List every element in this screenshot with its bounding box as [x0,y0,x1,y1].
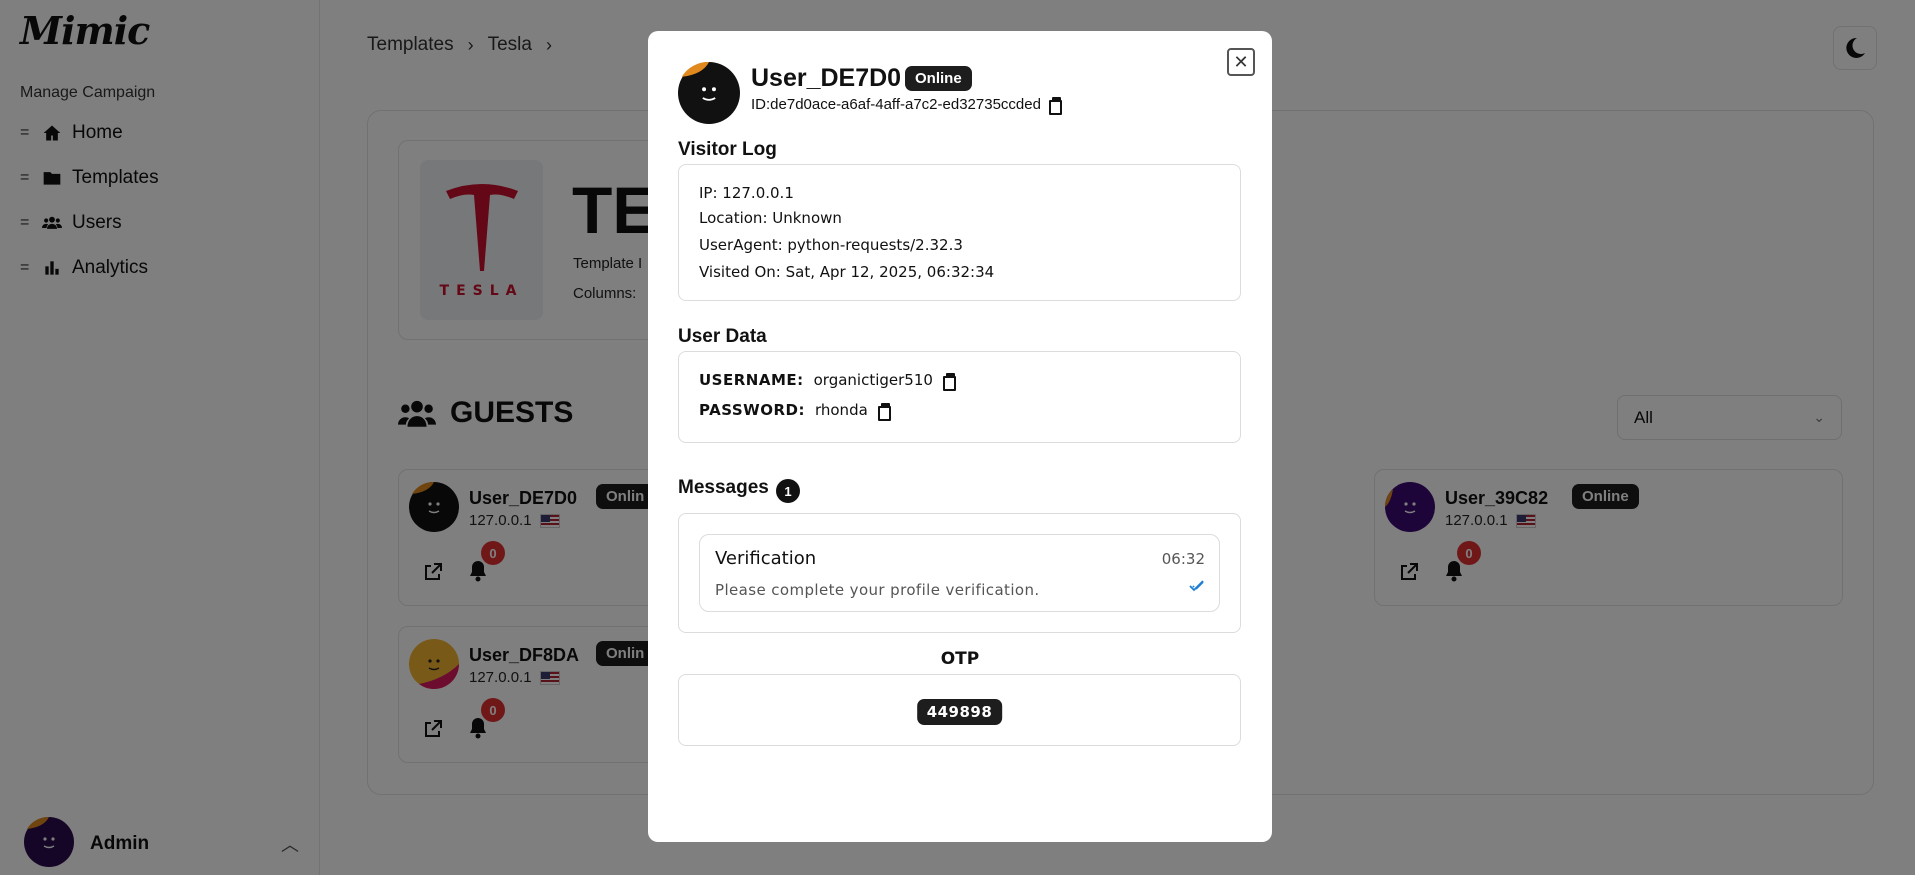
double-check-icon [1189,579,1205,598]
otp-box: 449898 [678,674,1241,746]
user-name: User_DE7D0 [751,64,902,92]
visitor-location: Location: Unknown [699,209,842,227]
user-id-text: ID:de7d0ace-a6af-4aff-a7c2-ed32735ccded [751,96,1041,113]
visitor-useragent: UserAgent: python-requests/2.32.3 [699,236,963,254]
copy-icon[interactable] [1048,97,1062,115]
message-time: 06:32 [1161,550,1205,568]
password-label: PASSWORD: [699,401,805,419]
visitor-log-box: IP: 127.0.0.1 Location: Unknown UserAgen… [678,164,1241,301]
user-id: ID:de7d0ace-a6af-4aff-a7c2-ed32735ccded [751,96,1062,115]
password-row: PASSWORD: rhonda [699,401,891,421]
messages-box: Verification 06:32 Please complete your … [678,513,1241,633]
copy-icon[interactable] [942,372,956,391]
user-detail-modal: ✕ User_DE7D0 Online ID:de7d0ace-a6af-4af… [648,31,1272,842]
otp-value[interactable]: 449898 [916,699,1003,725]
user-data-box: USERNAME: organictiger510 PASSWORD: rhon… [678,351,1241,443]
message-body: Please complete your profile verificatio… [715,581,1040,599]
otp-title: OTP [940,649,980,669]
visitor-log-title: Visitor Log [678,139,777,160]
user-data-title: User Data [678,326,767,347]
visitor-ip: IP: 127.0.0.1 [699,184,794,202]
message-title: Verification [715,548,817,569]
password-value: rhonda [814,401,868,419]
visitor-visited-on: Visited On: Sat, Apr 12, 2025, 06:32:34 [699,263,995,281]
avatar [678,61,740,129]
messages-count-badge: 1 [776,479,800,503]
status-badge: Online [905,66,972,91]
username-label: USERNAME: [699,371,804,389]
username-value: organictiger510 [813,371,933,389]
copy-icon[interactable] [877,402,891,421]
close-button[interactable]: ✕ [1227,48,1255,76]
close-icon: ✕ [1233,51,1249,72]
message-item[interactable]: Verification 06:32 Please complete your … [699,534,1220,612]
messages-title: Messages [678,477,769,498]
username-row: USERNAME: organictiger510 [699,371,956,391]
